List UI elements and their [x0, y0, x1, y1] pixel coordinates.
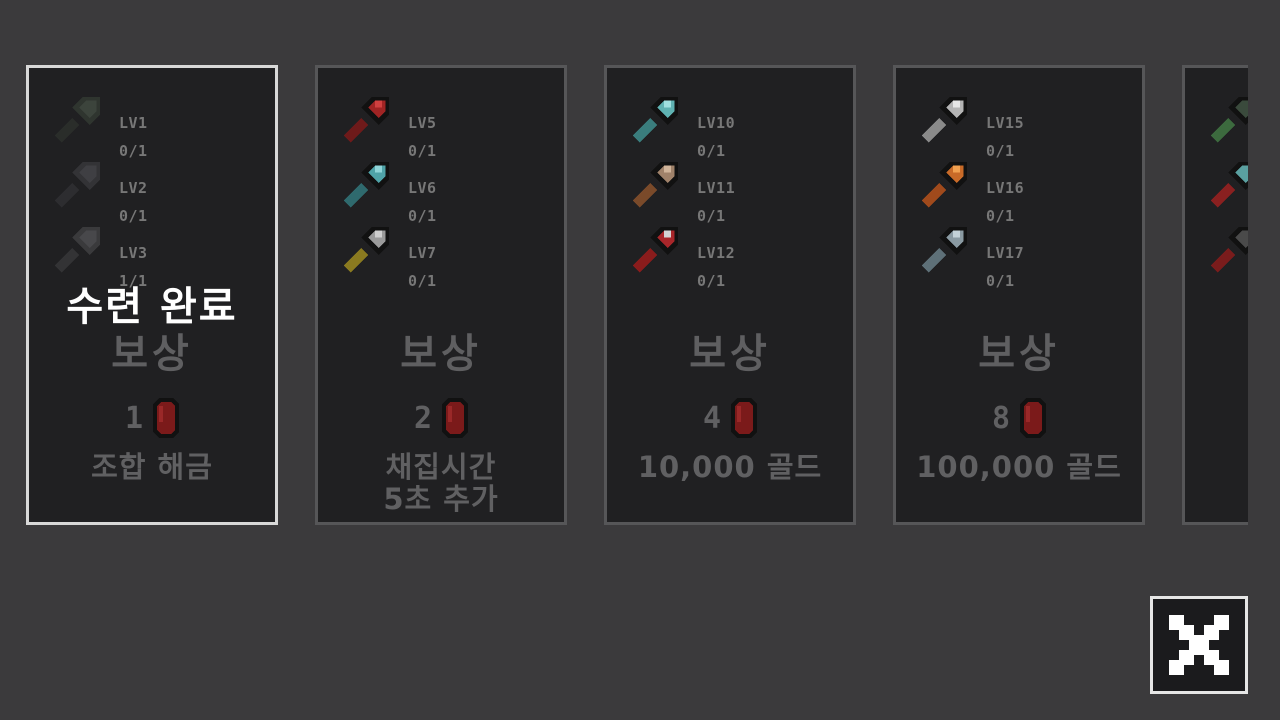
teal-red-shovel-icon [1210, 162, 1248, 208]
requirement-item: LV10 0/1 [629, 90, 849, 160]
orange-shovel-icon [921, 162, 967, 208]
dark-green-shovel-icon [54, 97, 100, 143]
dark-red-shovel-icon [1210, 227, 1248, 273]
reward-amount-row: 4 [607, 398, 853, 438]
requirement-item: LV7 0/1 [340, 220, 560, 290]
red-shovel-icon [343, 97, 389, 143]
red-gem-icon [1020, 398, 1047, 438]
requirement-level: LV17 [986, 244, 1025, 262]
teal-shovel-icon [632, 97, 678, 143]
requirement-level: LV2 [119, 179, 148, 197]
requirement-item: LV6 0/1 [340, 155, 560, 225]
crimson-shovel-icon [632, 227, 678, 273]
requirement-item: LV1 0/1 [51, 90, 271, 160]
reward-amount-row: 2 [318, 398, 564, 438]
mastery-card-4[interactable]: LV15 0/1 LV16 0/1 LV17 0/1 보상 8 100,000 … [893, 65, 1145, 525]
requirement-level: LV12 [697, 244, 736, 262]
requirement-level: LV15 [986, 114, 1025, 132]
reward-amount: 8 [991, 400, 1011, 436]
requirement-count: 0/1 [697, 272, 726, 290]
mastery-card-carousel[interactable]: LV1 0/1 LV2 0/1 LV3 1/1 수련 완료 보상 1 조합 해금… [26, 65, 1248, 531]
reward-amount: 2 [413, 400, 433, 436]
requirement-item: LV11 0/1 [629, 155, 849, 225]
requirement-level: LV3 [119, 244, 148, 262]
red-gem-icon [442, 398, 469, 438]
requirement-item [1207, 220, 1248, 280]
red-gem-icon [731, 398, 758, 438]
reward-amount-row: 8 [896, 398, 1142, 438]
mastery-card-5[interactable] [1182, 65, 1248, 525]
requirement-level: LV10 [697, 114, 736, 132]
stone-shovel-icon [54, 227, 100, 273]
reward-title: 보상 [111, 331, 193, 377]
requirement-item: LV5 0/1 [340, 90, 560, 160]
mastery-card-3[interactable]: LV10 0/1 LV11 0/1 LV12 0/1 보상 4 10,000 골… [604, 65, 856, 525]
red-gem-icon [153, 398, 180, 438]
gold-handle-shovel-icon [343, 227, 389, 273]
reward-amount-row: 1 [29, 398, 275, 438]
reward-amount: 4 [702, 400, 722, 436]
requirement-count: 0/1 [986, 272, 1015, 290]
requirement-level: LV6 [408, 179, 437, 197]
requirement-item: LV17 0/1 [918, 220, 1138, 290]
requirement-count: 0/1 [408, 272, 437, 290]
silver-shovel-icon [921, 97, 967, 143]
reward-title: 보상 [978, 331, 1060, 377]
reward-description: 조합 해금 [91, 450, 213, 484]
reward-description: 100,000 골드 [916, 450, 1122, 484]
dark-gray-shovel-icon [54, 162, 100, 208]
requirement-item [1207, 155, 1248, 215]
green-shovel-icon [1210, 97, 1248, 143]
requirement-level: LV1 [119, 114, 148, 132]
requirement-item [1207, 90, 1248, 150]
bronze-shovel-icon [632, 162, 678, 208]
close-icon [1169, 615, 1229, 675]
reward-title: 보상 [400, 331, 482, 377]
mastery-card-2[interactable]: LV5 0/1 LV6 0/1 LV7 0/1 보상 2 채집시간 5초 추가 [315, 65, 567, 525]
requirement-item: LV3 1/1 [51, 220, 271, 290]
requirement-level: LV16 [986, 179, 1025, 197]
cyan-shovel-icon [343, 162, 389, 208]
requirement-level: LV11 [697, 179, 736, 197]
requirement-item: LV16 0/1 [918, 155, 1138, 225]
requirement-level: LV5 [408, 114, 437, 132]
reward-description: 10,000 골드 [637, 450, 823, 484]
requirement-item: LV2 0/1 [51, 155, 271, 225]
reward-description: 채집시간 5초 추가 [383, 450, 499, 516]
reward-title: 보상 [689, 331, 771, 377]
requirement-level: LV7 [408, 244, 437, 262]
mastery-card-1[interactable]: LV1 0/1 LV2 0/1 LV3 1/1 수련 완료 보상 1 조합 해금 [26, 65, 278, 525]
steel-blue-shovel-icon [921, 227, 967, 273]
reward-amount: 1 [124, 400, 144, 436]
close-button[interactable] [1150, 596, 1248, 694]
requirement-item: LV15 0/1 [918, 90, 1138, 160]
requirement-item: LV12 0/1 [629, 220, 849, 290]
